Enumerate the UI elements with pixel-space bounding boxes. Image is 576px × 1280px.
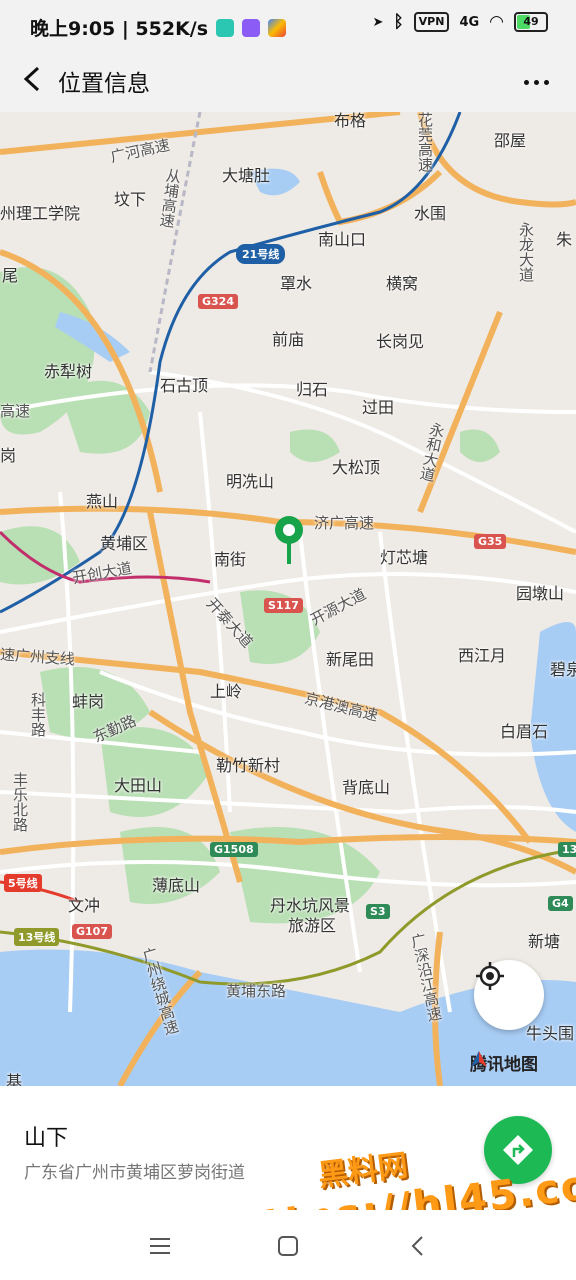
map-label: 大松顶 [332, 458, 381, 477]
tencent-map-logo-icon [471, 1051, 487, 1067]
map-label: 朱 [556, 230, 573, 249]
map-label: 南街 [214, 550, 247, 569]
road-shield-g324: G324 [198, 294, 238, 309]
crosshair-icon [476, 962, 504, 990]
map-label: 布格 [334, 112, 367, 130]
status-right: ➤ ᛒ VPN 4G ◠ 49 [373, 12, 548, 32]
map-label: 黄埔区 [100, 534, 149, 553]
map-label: 旅游区 [288, 916, 337, 935]
map-label: 归石 [296, 380, 329, 399]
map-label: 背底山 [342, 778, 391, 797]
map-label: 坟下 [114, 190, 147, 209]
map-view[interactable]: 布格 花莞高速 邵屋 广河高速 大塘肚 朱 坟下 从埔高速 水围 州理工学院 南… [0, 112, 576, 1086]
place-address: 广东省广州市黄埔区萝岗街道 [24, 1163, 245, 1183]
system-back-button[interactable] [404, 1232, 432, 1260]
map-label: 西江月 [458, 646, 507, 665]
my-location-button[interactable] [474, 960, 544, 1030]
map-label: 罩水 [280, 274, 313, 293]
location-icon: ➤ [372, 14, 384, 30]
page-title: 位置信息 [58, 71, 150, 97]
map-label: 邵屋 [494, 131, 527, 150]
map-label: 大塘肚 [222, 166, 271, 185]
more-options-button[interactable] [514, 64, 558, 100]
header-bar: 位置信息 [0, 52, 576, 112]
status-bar: 晚上9:05 | 552K/s ➤ ᛒ VPN 4G ◠ 49 [0, 0, 576, 52]
app-icon [242, 18, 261, 37]
map-label: 横窝 [386, 274, 419, 293]
map-label: 白眉石 [500, 722, 549, 741]
metro-line-21-badge: 21号线 [236, 244, 286, 264]
map-label: 勒竹新村 [216, 756, 281, 775]
back-button[interactable] [14, 62, 54, 102]
map-label: 水围 [414, 204, 447, 223]
map-label: 高速 [0, 402, 31, 420]
map-label: 尾 [2, 266, 19, 285]
map-label: 基 [6, 1072, 23, 1086]
road-shield-g4: G4 [548, 896, 573, 911]
map-label: 上岭 [210, 682, 243, 701]
signal-icon: 4G [459, 14, 480, 30]
road-shield-g35: G35 [474, 534, 507, 549]
system-navigation-bar [0, 1210, 576, 1280]
home-square-icon [278, 1236, 298, 1256]
home-button[interactable] [274, 1232, 302, 1260]
map-label: 明冼山 [226, 472, 275, 491]
map-label: 赤犁树 [44, 362, 93, 381]
bluetooth-icon: ᛒ [393, 12, 404, 32]
map-label: 前庙 [272, 330, 305, 349]
map-label: 新尾田 [326, 650, 375, 669]
map-label: 碧泉 [550, 660, 576, 679]
map-label: 南山口 [318, 230, 367, 249]
road-shield-g1508: G1508 [210, 842, 258, 857]
status-left: 晚上9:05 | 552K/s [30, 14, 287, 41]
place-name: 山下 [24, 1126, 69, 1151]
metro-line-5-badge: 5号线 [4, 874, 42, 892]
map-label: 岗 [0, 446, 17, 465]
map-label: 蚌岗 [72, 692, 105, 711]
drive-icon [268, 18, 287, 37]
road-shield-13: 13 [558, 842, 576, 857]
road-shield-g107: G107 [72, 924, 112, 939]
map-label: 园墩山 [516, 584, 565, 603]
back-arrow-icon [23, 66, 40, 92]
map-label: 新塘 [528, 932, 561, 951]
map-label: 灯芯塘 [380, 548, 429, 567]
battery-icon: 49 [514, 12, 548, 32]
road-shield-s3: S3 [366, 904, 390, 919]
map-label: 花莞高速 [416, 112, 434, 172]
status-time-speed: 晚上9:05 | 552K/s [30, 18, 209, 40]
map-label: 薄底山 [152, 876, 201, 895]
map-label: 济广高速 [314, 514, 375, 532]
map-brand: 腾讯地图 [470, 1050, 538, 1075]
map-label: 长岗见 [376, 332, 425, 351]
menu-icon [150, 1238, 170, 1254]
map-label: 黄埔东路 [226, 982, 287, 1000]
map-label: 科丰路 [29, 692, 47, 737]
back-chevron-icon [411, 1236, 423, 1256]
metro-line-13-badge: 13号线 [14, 928, 60, 946]
location-pin-icon [272, 514, 306, 566]
vpn-badge: VPN [413, 12, 450, 32]
map-label: 文冲 [68, 896, 101, 915]
map-label: 牛头围 [526, 1024, 575, 1043]
map-label: 永龙大道 [517, 222, 535, 282]
map-label: 大田山 [114, 776, 163, 795]
map-label: 燕山 [86, 492, 119, 511]
road-shield-s117: S117 [264, 598, 303, 613]
map-label: 州理工学院 [0, 204, 81, 223]
map-label: 丰乐北路 [11, 772, 29, 832]
map-label: 石古顶 [160, 376, 209, 395]
telegram-icon [216, 18, 235, 37]
map-label: 过田 [362, 398, 395, 417]
recent-apps-button[interactable] [146, 1232, 174, 1260]
wifi-icon: ◠ [489, 12, 504, 32]
